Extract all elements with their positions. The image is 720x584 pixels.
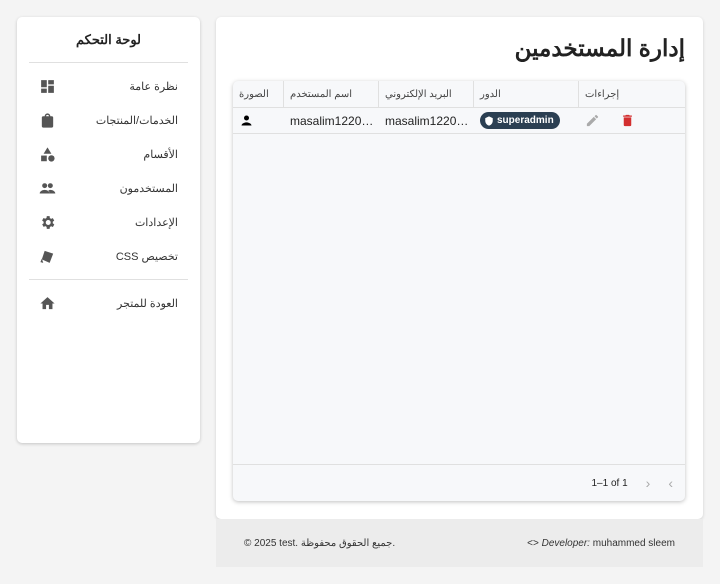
column-header-role[interactable]: الدور [474, 81, 579, 107]
sidebar-item-label: نظرة عامة [129, 80, 178, 93]
gear-icon [42, 215, 55, 229]
role-badge: superadmin [480, 112, 560, 129]
developer-name: muhammed sleem [592, 537, 675, 549]
pagination: 1–1 of 1 › ‹ [233, 464, 685, 501]
home-icon [40, 296, 55, 309]
previous-page-icon[interactable]: ‹ [668, 475, 673, 491]
sidebar-item-label: الأقسام [143, 148, 178, 161]
edit-icon[interactable] [585, 113, 600, 128]
sidebar-item-label: الخدمات/المنتجات [95, 114, 178, 127]
table-header: الصورة اسم المستخدم البريد الإلكتروني ال… [233, 81, 685, 108]
sidebar-title: لوحة التحكم [75, 32, 141, 47]
shopping-bag-icon [41, 112, 54, 128]
sidebar-item-css[interactable]: تخصيص CSS [17, 239, 200, 273]
email-cell: masalim1220… [385, 113, 469, 128]
people-icon [39, 182, 56, 193]
role-label: superadmin [497, 115, 554, 126]
sidebar-item-label: تخصيص CSS [115, 250, 178, 263]
column-header-email[interactable]: البريد الإلكتروني [379, 81, 474, 107]
sidebar-item-categories[interactable]: الأقسام [17, 137, 200, 171]
column-header-username[interactable]: اسم المستخدم [284, 81, 379, 107]
person-icon [241, 115, 252, 126]
username-cell: masalim1220… [290, 113, 374, 128]
delete-icon[interactable] [620, 113, 635, 128]
sidebar-item-settings[interactable]: الإعدادات [17, 205, 200, 239]
developer-label: Developer: [541, 537, 590, 549]
main-panel: إدارة المستخدمين الصورة اسم المستخدم الب… [216, 17, 703, 519]
sidebar-item-label: العودة للمتجر [117, 297, 178, 310]
developer-credit: <> Developer: muhammed sleem [527, 538, 675, 549]
style-icon [40, 250, 54, 263]
table-row[interactable]: masalim1220… masalim1220… superadmin [233, 108, 685, 134]
sidebar-item-overview[interactable]: نظرة عامة [17, 69, 200, 103]
sidebar-item-back-to-store[interactable]: العودة للمتجر [17, 286, 200, 320]
column-header-actions: إجراءات [585, 88, 620, 100]
pagination-count: 1–1 of 1 [591, 477, 628, 489]
sidebar: لوحة التحكم نظرة عامة الخدمات/المنتجات ا… [17, 17, 200, 443]
users-table: الصورة اسم المستخدم البريد الإلكتروني ال… [233, 81, 685, 501]
page-title: إدارة المستخدمين [514, 35, 685, 61]
code-icon: <> [527, 537, 539, 549]
sidebar-item-products[interactable]: الخدمات/المنتجات [17, 103, 200, 137]
sidebar-item-label: المستخدمون [119, 182, 178, 195]
footer: © 2025 test. جميع الحقوق محفوظة. <> Deve… [216, 519, 703, 567]
column-header-avatar[interactable]: الصورة [233, 81, 284, 107]
copyright-text: © 2025 test. جميع الحقوق محفوظة. [244, 537, 396, 549]
next-page-icon[interactable]: › [646, 475, 651, 491]
admin-shield-icon [485, 115, 493, 126]
sidebar-item-label: الإعدادات [134, 216, 178, 229]
dashboard-icon [41, 79, 54, 93]
category-icon [41, 146, 55, 162]
sidebar-item-users[interactable]: المستخدمون [17, 171, 200, 205]
